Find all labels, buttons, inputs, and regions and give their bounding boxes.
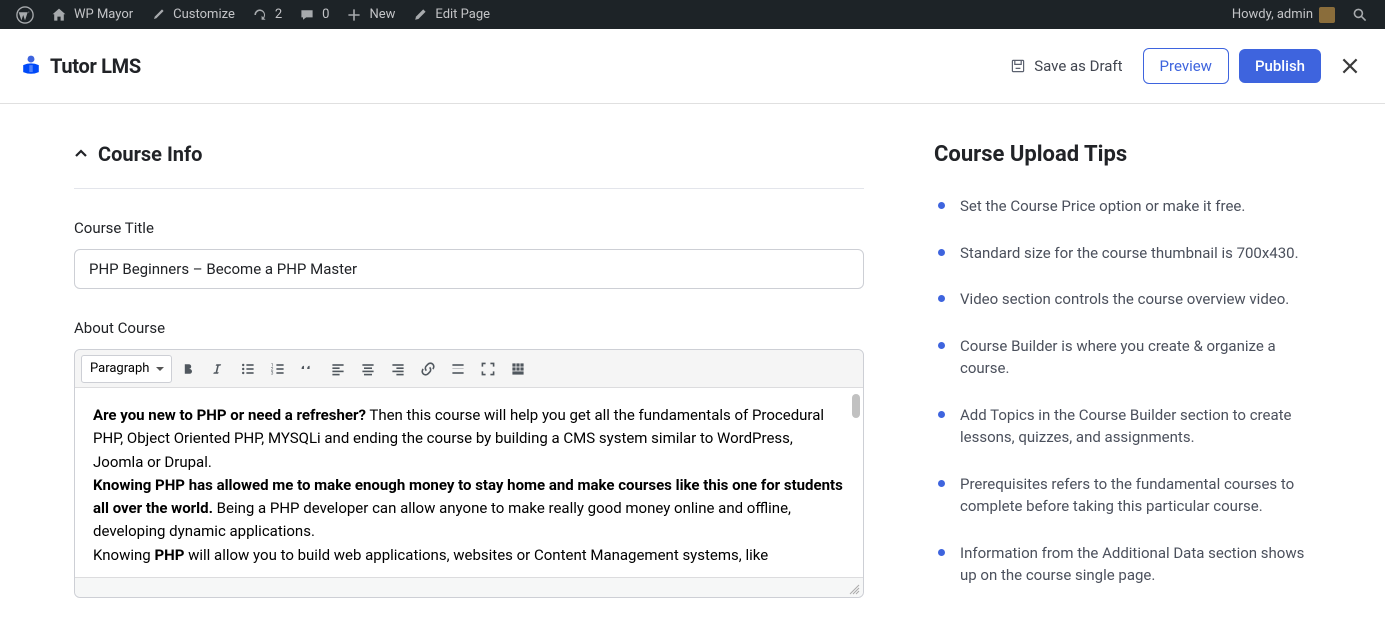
plus-icon — [345, 6, 363, 24]
editor-statusbar — [75, 577, 863, 597]
brush-icon — [149, 6, 167, 24]
wp-logo[interactable] — [8, 0, 42, 29]
brand-logo[interactable]: Tutor LMS — [18, 53, 141, 79]
align-left-button[interactable] — [324, 355, 352, 383]
customize-link[interactable]: Customize — [141, 0, 243, 29]
updates-count: 2 — [275, 7, 282, 22]
blockquote-button[interactable] — [294, 355, 322, 383]
editor-content[interactable]: Are you new to PHP or need a refresher? … — [75, 388, 863, 577]
comments-count: 0 — [322, 7, 329, 22]
fullscreen-button[interactable] — [474, 355, 502, 383]
my-account-link[interactable]: Howdy, admin — [1224, 0, 1343, 29]
italic-button[interactable] — [204, 355, 232, 383]
new-text: New — [369, 7, 395, 22]
about-course-label: About Course — [74, 319, 864, 337]
align-center-button[interactable] — [354, 355, 382, 383]
bullet-list-button[interactable] — [234, 355, 262, 383]
align-right-button[interactable] — [384, 355, 412, 383]
tip-item: Information from the Additional Data sec… — [934, 542, 1316, 587]
site-name-text: WP Mayor — [74, 7, 133, 22]
save-icon — [1010, 58, 1026, 74]
course-title-input[interactable] — [74, 249, 864, 289]
editor-topbar: Tutor LMS Save as Draft Preview Publish — [0, 29, 1385, 104]
search-toggle[interactable] — [1343, 0, 1377, 29]
save-draft-button[interactable]: Save as Draft — [1000, 49, 1132, 83]
toolbar-toggle-button[interactable] — [504, 355, 532, 383]
update-icon — [251, 6, 269, 24]
svg-text:3: 3 — [271, 370, 274, 376]
comment-icon — [298, 6, 316, 24]
numbered-list-button[interactable]: 123 — [264, 355, 292, 383]
tip-item: Standard size for the course thumbnail i… — [934, 242, 1316, 265]
home-icon — [50, 6, 68, 24]
tips-list: Set the Course Price option or make it f… — [934, 195, 1316, 587]
preview-button[interactable]: Preview — [1143, 48, 1229, 84]
tip-item: Course Builder is where you create & org… — [934, 335, 1316, 380]
publish-button[interactable]: Publish — [1239, 49, 1321, 83]
resize-grip-icon[interactable] — [848, 583, 860, 595]
wordpress-icon — [16, 6, 34, 24]
tutor-lms-icon — [18, 53, 44, 79]
brand-name: Tutor LMS — [50, 54, 141, 78]
link-button[interactable] — [414, 355, 442, 383]
wp-admin-bar: WP Mayor Customize 2 0 New Edit Page How… — [0, 0, 1385, 29]
howdy-text: Howdy, admin — [1232, 7, 1313, 22]
bold-button[interactable] — [174, 355, 202, 383]
chevron-up-icon — [74, 147, 88, 161]
avatar — [1319, 7, 1335, 23]
tip-item: Set the Course Price option or make it f… — [934, 195, 1316, 218]
tip-item: Video section controls the course overvi… — [934, 288, 1316, 311]
updates-link[interactable]: 2 — [243, 0, 290, 29]
close-button[interactable] — [1339, 55, 1361, 77]
read-more-button[interactable] — [444, 355, 472, 383]
tips-heading: Course Upload Tips — [934, 142, 1316, 167]
course-title-label: Course Title — [74, 219, 864, 237]
edit-page-link[interactable]: Edit Page — [403, 0, 498, 29]
editor-toolbar: Paragraph 123 — [75, 350, 863, 388]
tip-item: Add Topics in the Course Builder section… — [934, 404, 1316, 449]
customize-text: Customize — [173, 7, 235, 22]
tip-item: Prerequisites refers to the fundamental … — [934, 473, 1316, 518]
new-content-link[interactable]: New — [337, 0, 403, 29]
search-icon — [1351, 6, 1369, 24]
format-select[interactable]: Paragraph — [81, 355, 172, 383]
course-info-title: Course Info — [98, 142, 202, 166]
edit-page-text: Edit Page — [435, 7, 490, 22]
rich-text-editor: Paragraph 123 Are you new to PHP or need… — [74, 349, 864, 598]
editor-scrollbar[interactable] — [851, 394, 861, 534]
site-name-link[interactable]: WP Mayor — [42, 0, 141, 29]
pencil-icon — [411, 6, 429, 24]
save-draft-label: Save as Draft — [1034, 57, 1122, 75]
course-info-toggle[interactable]: Course Info — [74, 142, 864, 189]
comments-link[interactable]: 0 — [290, 0, 337, 29]
